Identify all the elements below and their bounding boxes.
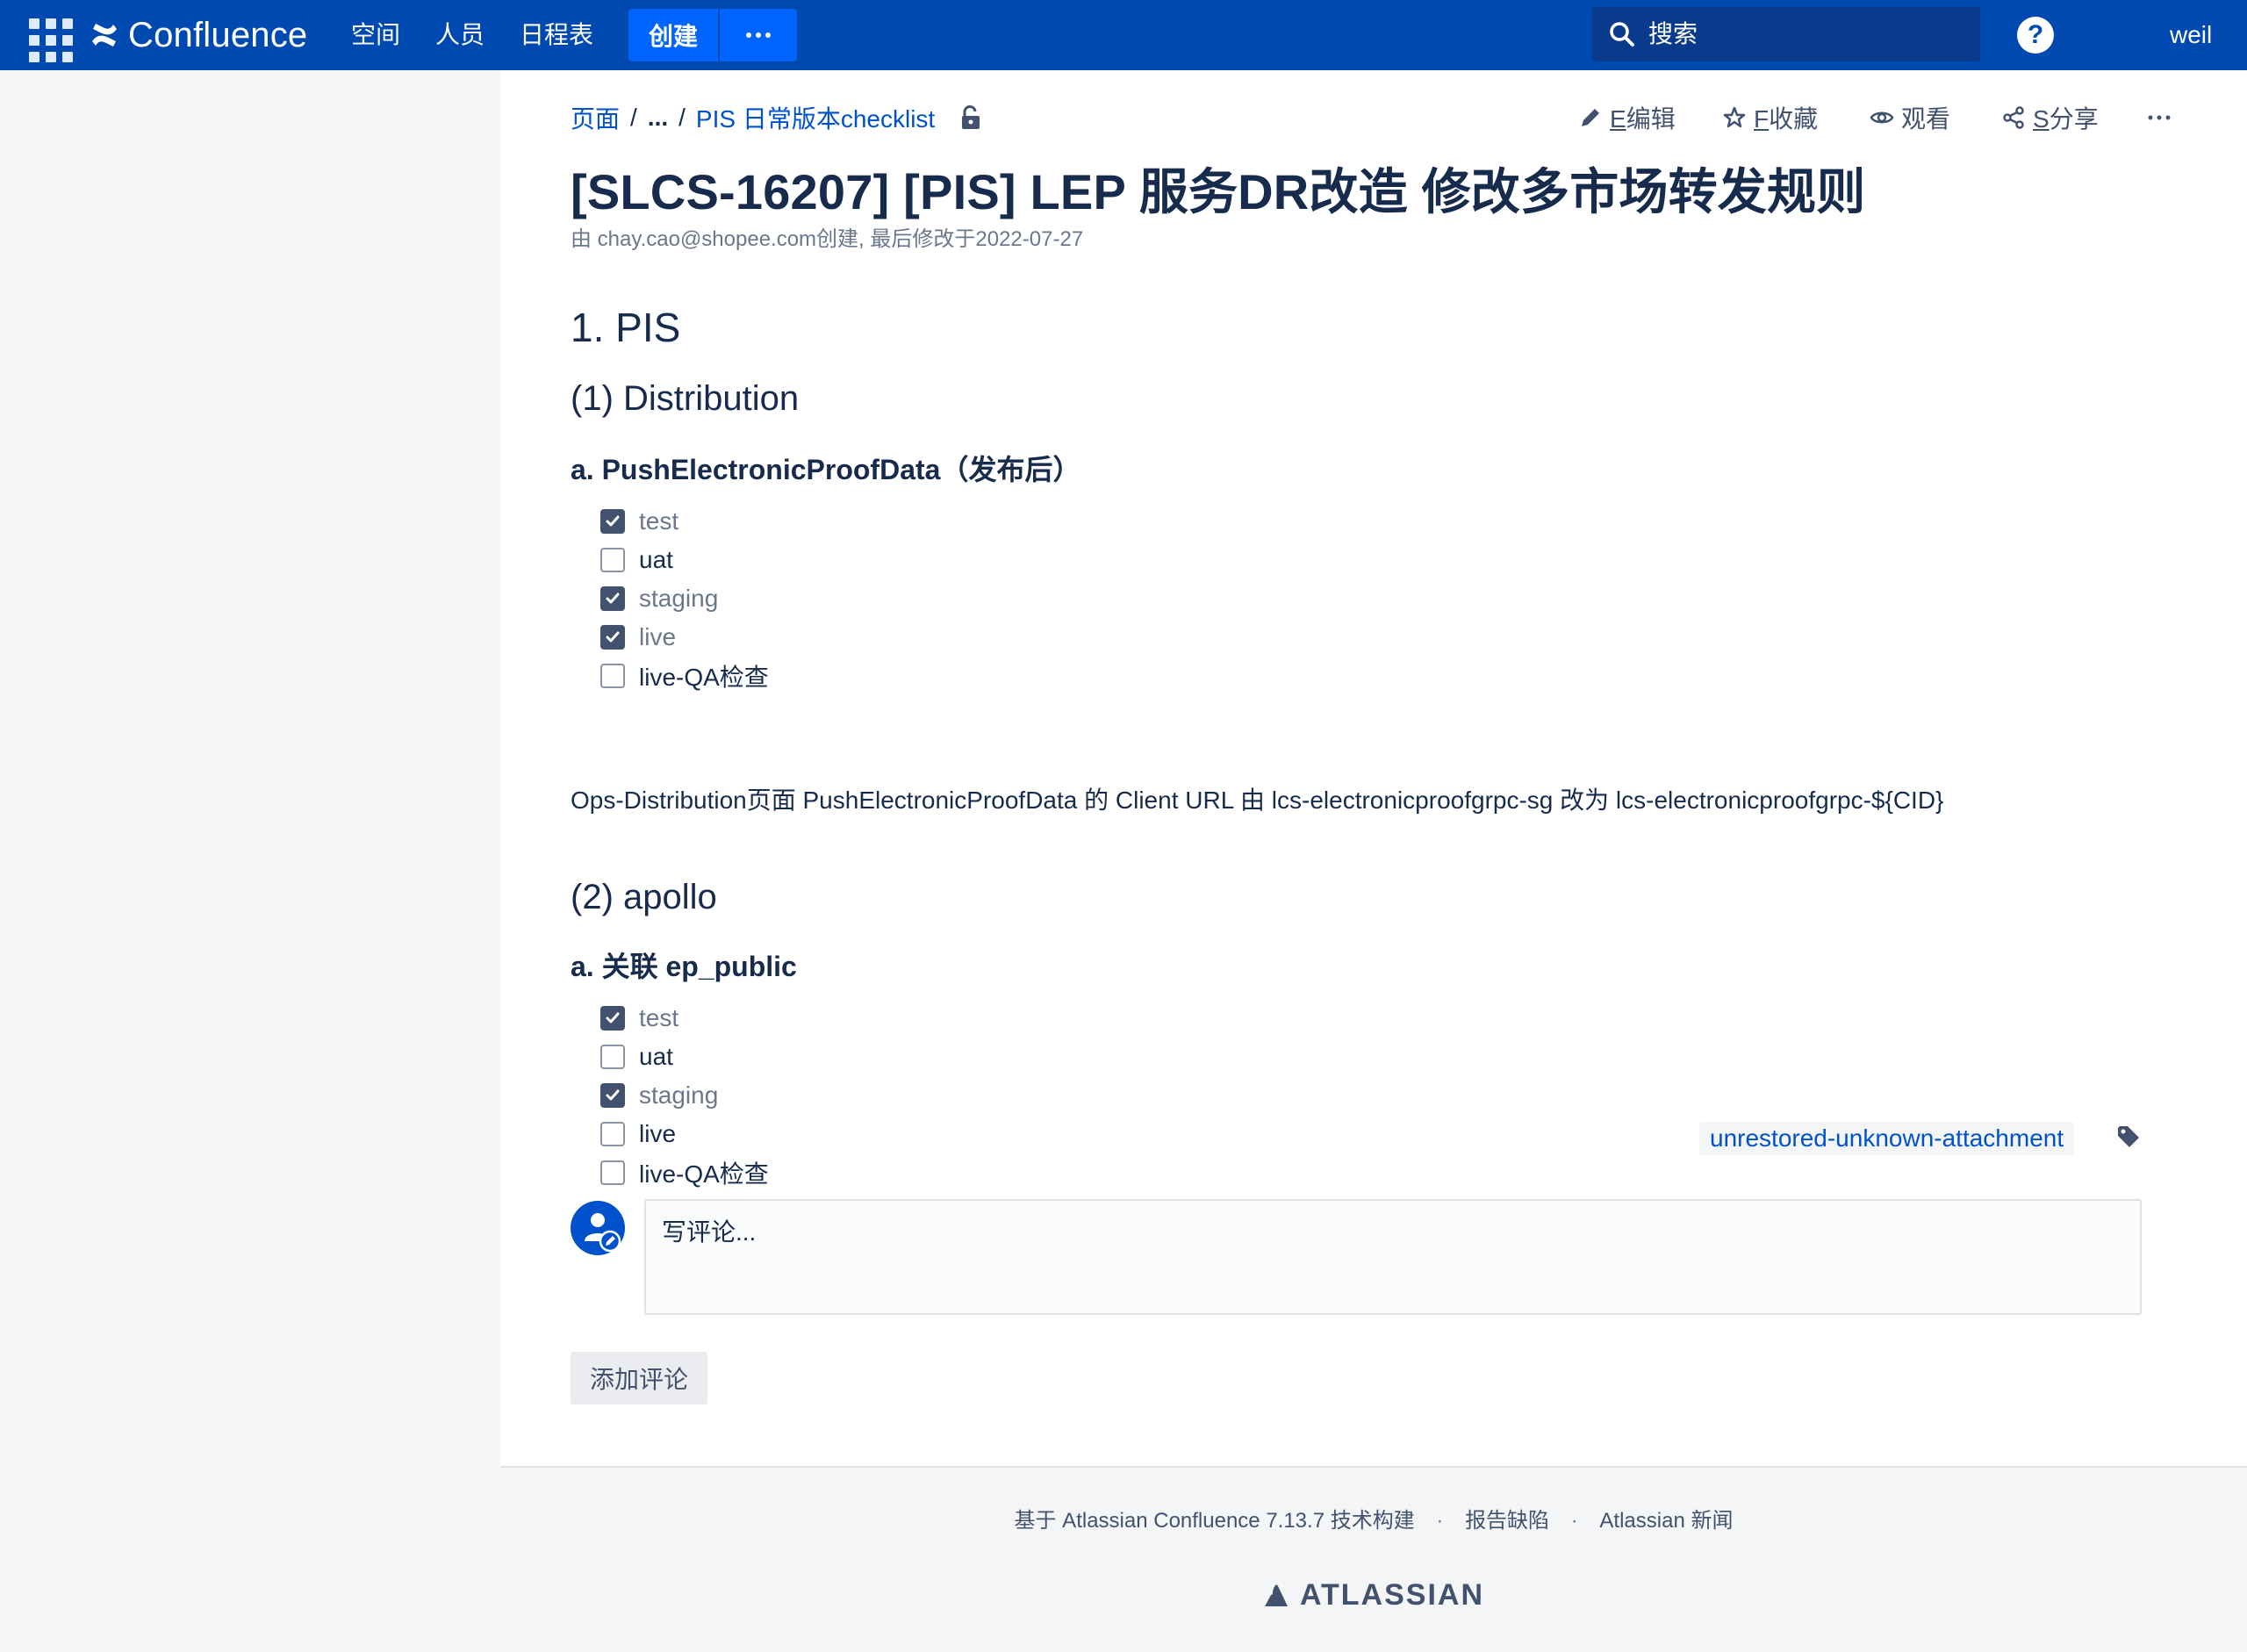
checkbox-unchecked-icon[interactable] — [600, 548, 625, 572]
app-name: Confluence — [128, 15, 308, 54]
breadcrumb: 页面 / ... / PIS 日常版本checklist — [571, 100, 982, 135]
edit-shortcut: E — [1610, 105, 1626, 133]
watch-label: 观看 — [1901, 105, 1951, 133]
checkbox-checked-icon[interactable] — [600, 1006, 625, 1031]
share-button[interactable]: S分享 — [2001, 100, 2099, 135]
atlassian-logo-icon — [1264, 1584, 1288, 1606]
heading-ep-public: a. 关联 ep_public — [571, 951, 797, 982]
footer-separator: · — [1436, 1509, 1444, 1533]
checkbox-checked-icon[interactable] — [600, 509, 625, 534]
breadcrumb-parent[interactable]: PIS 日常版本checklist — [696, 100, 935, 135]
add-comment-button[interactable]: 添加评论 — [571, 1352, 707, 1404]
task-item[interactable]: uat — [600, 541, 769, 579]
task-item[interactable]: live-QA检查 — [600, 1153, 769, 1192]
task-item[interactable]: live — [600, 1115, 769, 1153]
confluence-logo-icon — [92, 24, 117, 47]
share-icon — [2003, 106, 2024, 129]
breadcrumb-pages[interactable]: 页面 — [571, 100, 620, 135]
comment-input[interactable]: 写评论... — [644, 1199, 2142, 1315]
checkbox-checked-icon[interactable] — [600, 1083, 625, 1108]
page-metadata: 由 chay.cao@shopee.com创建, 最后修改于2022-07-27 — [571, 227, 1084, 251]
pencil-icon — [1582, 109, 1599, 126]
create-button[interactable]: 创建 — [628, 9, 718, 61]
checkbox-checked-icon[interactable] — [600, 586, 625, 611]
checkbox-unchecked-icon[interactable] — [600, 1045, 625, 1069]
unlock-icon[interactable] — [959, 105, 982, 130]
breadcrumb-ellipsis[interactable]: ... — [648, 104, 668, 132]
footer-news[interactable]: Atlassian 新闻 — [1599, 1509, 1733, 1533]
task-label: live — [639, 1120, 677, 1147]
checkbox-unchecked-icon[interactable] — [600, 1160, 625, 1185]
heading-pis: 1. PIS — [571, 305, 681, 350]
sidebar — [0, 70, 500, 1466]
task-item[interactable]: test — [600, 999, 769, 1038]
edit-label: 编辑 — [1626, 105, 1676, 133]
task-list-apollo: test uat staging live live-QA检查 — [600, 999, 769, 1192]
task-item[interactable]: staging — [600, 579, 769, 618]
task-item[interactable]: uat — [600, 1038, 769, 1076]
breadcrumb-separator: / — [678, 104, 686, 131]
checkbox-checked-icon[interactable] — [600, 625, 625, 650]
heading-push-electronic-proof-data: a. PushElectronicProofData（发布后） — [571, 454, 1081, 485]
atlassian-logo[interactable]: ATLASSIAN — [500, 1578, 2247, 1612]
task-label: live-QA检查 — [639, 1160, 769, 1188]
footer-report-bug[interactable]: 报告缺陷 — [1465, 1509, 1549, 1533]
task-label: live — [639, 623, 677, 650]
distribution-note: Ops-Distribution页面 PushElectronicProofDa… — [571, 786, 1944, 814]
more-horizontal-icon — [746, 32, 771, 38]
eye-icon — [1870, 111, 1894, 124]
user-menu[interactable]: weil — [2170, 18, 2247, 53]
watch-button[interactable]: 观看 — [1870, 100, 1950, 135]
task-label: uat — [639, 1043, 673, 1070]
task-item[interactable]: staging — [600, 1076, 769, 1115]
share-shortcut: S — [2033, 105, 2050, 133]
share-label: 分享 — [2049, 105, 2099, 133]
nav-calendar[interactable]: 日程表 — [520, 18, 593, 53]
footer-links: 基于 Atlassian Confluence 7.13.7 技术构建 · 报告… — [500, 1503, 2247, 1533]
edit-button[interactable]: E编辑 — [1578, 100, 1676, 135]
footer-built-with[interactable]: 基于 Atlassian Confluence 7.13.7 技术构建 — [1015, 1509, 1415, 1533]
task-label: test — [639, 507, 679, 535]
more-actions-button[interactable] — [2147, 100, 2172, 135]
breadcrumb-separator: / — [630, 104, 637, 131]
task-label: uat — [639, 546, 673, 573]
page-title: [SLCS-16207] [PIS] LEP 服务DR改造 修改多市场转发规则 — [571, 164, 1866, 219]
checkbox-unchecked-icon[interactable] — [600, 1122, 625, 1146]
app-switcher-icon[interactable] — [23, 12, 73, 62]
search-icon — [1610, 22, 1634, 47]
star-icon — [1723, 106, 1746, 128]
more-horizontal-icon — [2148, 115, 2171, 120]
task-label: staging — [639, 1081, 719, 1109]
search-box[interactable] — [1592, 7, 1980, 61]
nav-people[interactable]: 人员 — [435, 18, 485, 53]
atlassian-wordmark: ATLASSIAN — [1299, 1578, 1485, 1612]
task-item[interactable]: test — [600, 502, 769, 541]
task-list-distribution: test uat staging live live-QA检查 — [600, 502, 769, 695]
favorite-label: 收藏 — [1769, 105, 1819, 133]
create-more-button[interactable] — [720, 9, 797, 61]
checkbox-unchecked-icon[interactable] — [600, 664, 625, 688]
heading-distribution: (1) Distribution — [571, 379, 800, 418]
task-item[interactable]: live-QA检查 — [600, 657, 769, 695]
footer-separator: · — [1570, 1509, 1578, 1533]
tag-icon[interactable] — [2115, 1124, 2142, 1150]
task-item[interactable]: live — [600, 618, 769, 657]
heading-apollo: (2) apollo — [571, 878, 717, 916]
favorite-shortcut: F — [1754, 105, 1770, 133]
user-avatar-icon — [571, 1201, 625, 1255]
footer: 基于 Atlassian Confluence 7.13.7 技术构建 · 报告… — [500, 1468, 2247, 1652]
help-icon[interactable]: ? — [2017, 17, 2054, 54]
confluence-logo[interactable]: Confluence — [90, 12, 307, 58]
task-label: live-QA检查 — [639, 664, 769, 691]
task-label: test — [639, 1004, 679, 1031]
search-input[interactable] — [1648, 7, 1973, 61]
favorite-button[interactable]: F收藏 — [1722, 100, 1818, 135]
nav-spaces[interactable]: 空间 — [351, 18, 400, 53]
page-label[interactable]: unrestored-unknown-attachment — [1699, 1122, 2075, 1155]
task-label: staging — [639, 585, 719, 612]
page-content: 页面 / ... / PIS 日常版本checklist E编辑 F收藏 观看 … — [500, 70, 2247, 1466]
top-navigation-bar: Confluence 空间 人员 日程表 创建 ? weil — [0, 0, 2247, 70]
